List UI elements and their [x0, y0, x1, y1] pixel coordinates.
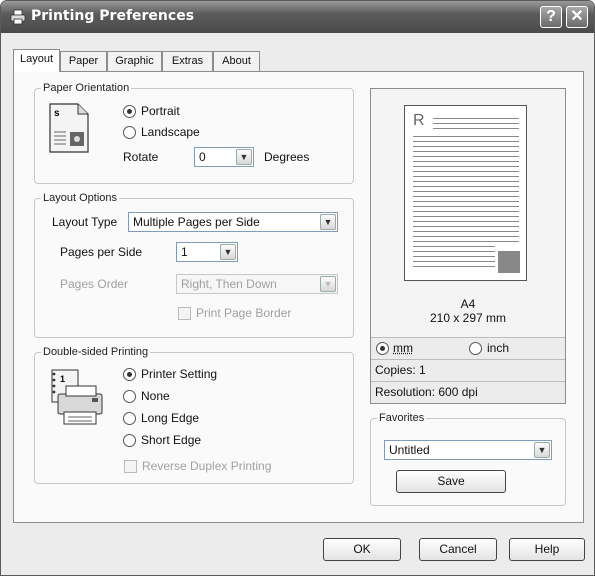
favorites-value: Untitled [389, 443, 430, 457]
favorites-legend: Favorites [379, 412, 425, 424]
none-label: None [141, 389, 170, 403]
copies-info: Copies: 1 [371, 359, 565, 381]
ok-button[interactable]: OK [323, 538, 401, 561]
unit-inch-radio[interactable] [469, 342, 482, 355]
reverse-duplex-checkbox[interactable] [124, 460, 137, 473]
rotate-select[interactable]: 0 ▼ [194, 147, 254, 167]
unit-inch-label: inch [487, 341, 510, 355]
chevron-down-icon[interactable]: ▼ [534, 442, 550, 458]
layout-type-value: Multiple Pages per Side [133, 215, 260, 229]
portrait-page-icon: s [49, 103, 89, 153]
help-button[interactable]: Help [509, 538, 585, 561]
preview-image-block [498, 251, 520, 273]
portrait-label: Portrait [141, 104, 180, 118]
units-bar: mm inch [371, 337, 565, 359]
short-edge-radio[interactable] [123, 434, 136, 447]
tab-paper[interactable]: Paper [60, 51, 107, 71]
landscape-label: Landscape [141, 125, 200, 139]
favorites-select[interactable]: Untitled ▼ [384, 440, 552, 460]
paper-orientation-legend: Paper Orientation [43, 82, 130, 94]
unit-mm-radio[interactable] [376, 342, 389, 355]
printer-setting-radio[interactable] [123, 368, 136, 381]
paper-size: 210 x 297 mm [429, 311, 507, 325]
chevron-down-icon[interactable]: ▼ [320, 276, 336, 292]
unit-mm-label: mm [393, 341, 413, 355]
layout-options-legend: Layout Options [43, 192, 117, 204]
cancel-button[interactable]: Cancel [419, 538, 497, 561]
short-edge-label: Short Edge [141, 433, 202, 447]
layout-type-select[interactable]: Multiple Pages per Side ▼ [128, 212, 338, 232]
paper-name: A4 [460, 297, 476, 311]
pages-order-label: Pages Order [60, 277, 129, 291]
svg-text:s: s [54, 108, 60, 119]
printer-setting-label: Printer Setting [141, 367, 218, 381]
long-edge-label: Long Edge [141, 411, 200, 425]
pages-per-side-value: 1 [181, 245, 188, 259]
rotate-value: 0 [199, 150, 206, 164]
tab-layout[interactable]: Layout [13, 49, 60, 72]
help-title-button[interactable]: ? [540, 6, 562, 28]
pages-order-select[interactable]: Right, Then Down ▼ [176, 274, 338, 294]
pages-per-side-select[interactable]: 1 ▼ [176, 242, 238, 262]
duplex-printer-icon: 1 [51, 369, 103, 425]
landscape-radio[interactable] [123, 126, 136, 139]
tab-extras[interactable]: Extras [162, 51, 213, 71]
title-bar[interactable]: Printing Preferences ? ✕ [1, 1, 594, 33]
chevron-down-icon[interactable]: ▼ [320, 214, 336, 230]
page-preview-panel: R A4 210 x 297 mm mm inch Copies: 1 Reso… [370, 88, 566, 404]
tab-graphic[interactable]: Graphic [107, 51, 162, 71]
chevron-down-icon[interactable]: ▼ [220, 244, 236, 260]
svg-text:1: 1 [60, 374, 65, 384]
printing-preferences-dialog: Printing Preferences ? ✕ Layout Paper Gr… [0, 0, 595, 576]
print-page-border-checkbox[interactable] [178, 307, 191, 320]
printer-icon [10, 9, 26, 25]
window-title: Printing Preferences [31, 8, 195, 24]
print-page-border-label: Print Page Border [196, 306, 292, 320]
reverse-duplex-label: Reverse Duplex Printing [142, 459, 272, 473]
none-radio[interactable] [123, 390, 136, 403]
long-edge-radio[interactable] [123, 412, 136, 425]
rotate-label: Rotate [123, 150, 159, 164]
pages-per-side-label: Pages per Side [60, 245, 143, 259]
double-sided-legend: Double-sided Printing [43, 346, 149, 358]
pages-order-value: Right, Then Down [181, 277, 277, 291]
close-title-button[interactable]: ✕ [566, 6, 588, 28]
resolution-info: Resolution: 600 dpi [371, 381, 565, 403]
portrait-radio[interactable] [123, 105, 136, 118]
preview-sheet: R [404, 105, 527, 281]
tab-about[interactable]: About [213, 51, 260, 71]
layout-type-label: Layout Type [52, 215, 118, 229]
layout-tab-page: Paper Orientation s Portrait Landscape R… [13, 71, 584, 523]
preview-page-letter: R [413, 112, 425, 129]
degrees-label: Degrees [264, 150, 310, 164]
chevron-down-icon[interactable]: ▼ [236, 149, 252, 165]
save-button[interactable]: Save [396, 470, 506, 493]
